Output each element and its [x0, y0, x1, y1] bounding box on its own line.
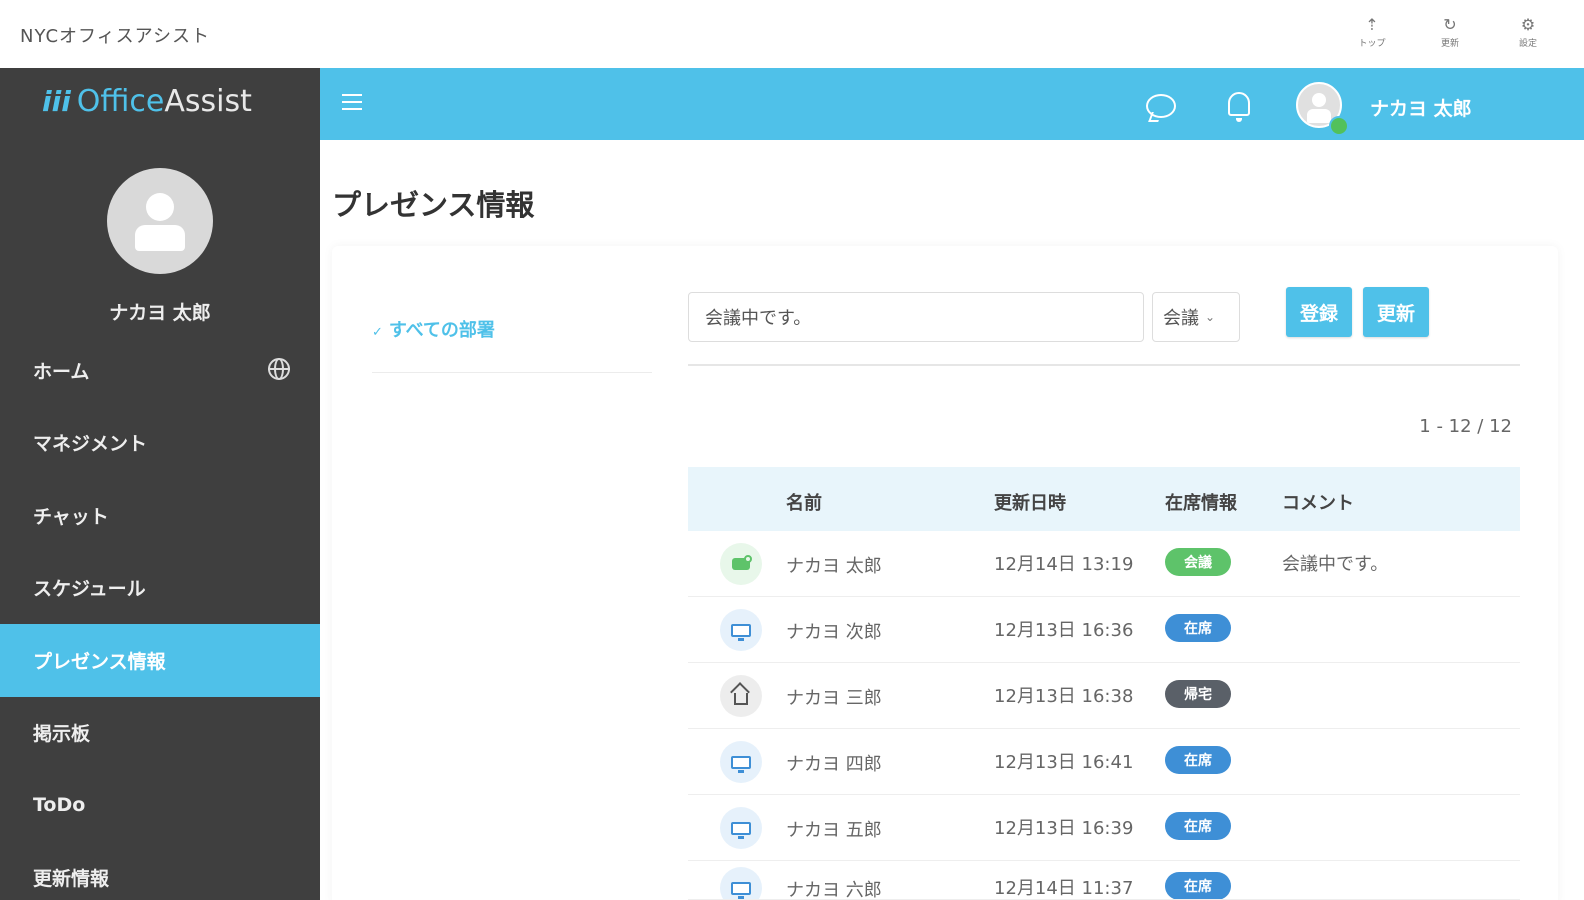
- refresh-button[interactable]: ↻ 更新: [1430, 15, 1470, 50]
- presence-talk-icon: [720, 543, 762, 585]
- presence-desk-icon: [720, 741, 762, 783]
- department-filter-all[interactable]: ✓ すべての部署: [372, 316, 495, 342]
- header-bar: ナカヨ 太郎: [320, 68, 1584, 140]
- sidebar-item-label: ホーム: [33, 360, 90, 383]
- table-row[interactable]: ナカヨ 五郎 12月13日 16:39 在席: [688, 795, 1520, 861]
- sidebar-item-bulletin-board[interactable]: 掲示板: [0, 697, 320, 770]
- sidebar-item-label: チャット: [33, 505, 109, 528]
- table-row[interactable]: ナカヨ 太郎 12月14日 13:19 会議 会議中です。: [688, 531, 1520, 597]
- sidebar-nav: ホーム マネジメント チャット スケジュール プレゼンス情報 掲示板 ToDo …: [0, 334, 320, 900]
- status-select[interactable]: 会議 ⌄: [1152, 292, 1240, 342]
- table-row[interactable]: ナカヨ 四郎 12月13日 16:41 在席: [688, 729, 1520, 795]
- row-updated: 12月14日 13:19: [994, 554, 1134, 575]
- presence-desk-icon: [720, 807, 762, 849]
- presence-home-icon: [720, 675, 762, 717]
- settings-button[interactable]: ⚙ 設定: [1508, 15, 1548, 50]
- profile-name: ナカヨ 太郎: [109, 302, 211, 324]
- status-badge: 帰宅: [1165, 680, 1231, 708]
- department-filter-label: すべての部署: [388, 320, 495, 341]
- sidebar-item-home[interactable]: ホーム: [0, 334, 320, 407]
- row-updated: 12月13日 16:38: [994, 686, 1134, 707]
- sidebar-item-label: プレゼンス情報: [33, 650, 166, 673]
- column-header-status[interactable]: 在席情報: [1165, 489, 1237, 515]
- status-badge: 在席: [1165, 746, 1231, 774]
- table-row[interactable]: ナカヨ 次郎 12月13日 16:36 在席: [688, 597, 1520, 663]
- profile-avatar[interactable]: [107, 168, 213, 274]
- row-name: ナカヨ 五郎: [786, 820, 882, 841]
- app-logo[interactable]: iii Office Assist: [42, 84, 252, 119]
- online-status-dot: [1329, 116, 1349, 136]
- register-button[interactable]: 登録: [1286, 287, 1352, 337]
- presence-desk-icon: [720, 867, 762, 899]
- sidebar-item-label: ToDo: [33, 794, 86, 817]
- status-select-value: 会議: [1163, 308, 1199, 329]
- logo-word-assist: Assist: [164, 84, 252, 119]
- chat-bubble-icon[interactable]: [1146, 94, 1176, 118]
- avatar-body-icon: [135, 225, 185, 251]
- table-header: 名前 更新日時 在席情報 コメント: [688, 467, 1520, 531]
- pagination-info: 1 - 12 / 12: [1419, 416, 1512, 437]
- top-button[interactable]: ⇡ トップ: [1352, 15, 1392, 50]
- logo-mark-icon: iii: [42, 85, 71, 118]
- page-title: プレゼンス情報: [332, 188, 535, 222]
- row-updated: 12月14日 11:37: [994, 878, 1134, 899]
- row-updated: 12月13日 16:41: [994, 752, 1134, 773]
- app-title: NYCオフィスアシスト: [20, 26, 210, 47]
- comment-input[interactable]: [688, 292, 1144, 342]
- divider: [372, 372, 652, 373]
- divider: [688, 364, 1520, 366]
- sidebar-item-updates[interactable]: 更新情報: [0, 842, 320, 900]
- row-updated: 12月13日 16:36: [994, 620, 1134, 641]
- row-name: ナカヨ 六郎: [786, 880, 882, 900]
- row-updated: 12月13日 16:39: [994, 818, 1134, 839]
- settings-label: 設定: [1518, 39, 1537, 49]
- update-button[interactable]: 更新: [1363, 287, 1429, 337]
- top-label: トップ: [1358, 39, 1386, 49]
- sidebar-item-management[interactable]: マネジメント: [0, 407, 320, 480]
- row-comment: 会議中です。: [1282, 554, 1389, 575]
- row-name: ナカヨ 次郎: [786, 622, 882, 643]
- status-badge: 在席: [1165, 812, 1231, 840]
- column-header-name[interactable]: 名前: [786, 489, 822, 515]
- column-header-updated[interactable]: 更新日時: [994, 489, 1066, 515]
- presence-desk-icon: [720, 609, 762, 651]
- table-row[interactable]: ナカヨ 三郎 12月13日 16:38 帰宅: [688, 663, 1520, 729]
- logo-word-office: Office: [76, 84, 165, 119]
- top-icon: ⇡: [1365, 15, 1379, 34]
- status-badge: 在席: [1165, 872, 1231, 899]
- table-row[interactable]: ナカヨ 六郎 12月14日 11:37 在席: [688, 855, 1520, 900]
- hamburger-menu-icon[interactable]: [342, 94, 362, 110]
- chevron-down-icon: ⌄: [1205, 310, 1216, 324]
- refresh-label: 更新: [1440, 39, 1459, 49]
- check-icon: ✓: [372, 325, 383, 340]
- avatar-body-icon: [1307, 109, 1331, 123]
- column-header-comment[interactable]: コメント: [1282, 489, 1354, 515]
- sidebar-item-label: マネジメント: [33, 433, 148, 456]
- avatar-head-icon: [1312, 93, 1326, 107]
- sidebar-item-label: 掲示板: [33, 723, 91, 746]
- header-user-name[interactable]: ナカヨ 太郎: [1370, 94, 1472, 121]
- globe-icon[interactable]: [268, 358, 290, 380]
- status-badge: 会議: [1165, 548, 1231, 576]
- sidebar-item-chat[interactable]: チャット: [0, 479, 320, 552]
- avatar-head-icon: [146, 193, 174, 221]
- bell-icon[interactable]: [1228, 92, 1250, 122]
- settings-icon: ⚙: [1520, 15, 1536, 34]
- app-titlebar: NYCオフィスアシスト ⇡ トップ ↻ 更新 ⚙ 設定: [0, 0, 1584, 68]
- row-name: ナカヨ 三郎: [786, 688, 882, 709]
- sidebar-item-presence[interactable]: プレゼンス情報: [0, 624, 320, 697]
- sidebar-item-label: スケジュール: [33, 578, 146, 601]
- refresh-icon: ↻: [1443, 15, 1457, 34]
- sidebar-item-label: 更新情報: [33, 868, 110, 891]
- sidebar-item-todo[interactable]: ToDo: [0, 769, 320, 842]
- sidebar-item-schedule[interactable]: スケジュール: [0, 552, 320, 625]
- row-name: ナカヨ 太郎: [786, 556, 882, 577]
- row-name: ナカヨ 四郎: [786, 754, 882, 775]
- status-badge: 在席: [1165, 614, 1231, 642]
- sidebar: iii Office Assist ナカヨ 太郎 ホーム マネジメント チャット…: [0, 68, 320, 900]
